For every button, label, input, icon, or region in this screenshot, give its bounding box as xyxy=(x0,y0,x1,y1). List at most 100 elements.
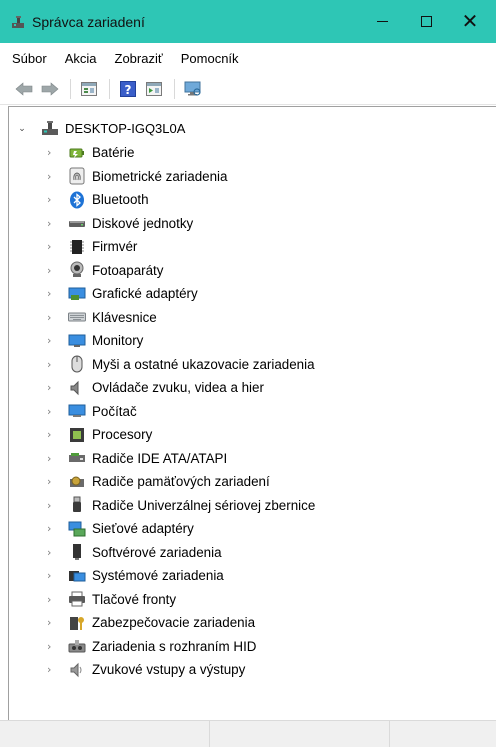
menu-help[interactable]: Pomocník xyxy=(172,51,248,66)
battery-icon xyxy=(68,144,86,162)
chevron-right-icon[interactable]: › xyxy=(47,381,57,394)
tree-item[interactable]: › Radiče Univerzálnej sériovej zbernice xyxy=(47,494,315,518)
back-arrow-icon xyxy=(15,81,33,96)
mouse-icon xyxy=(68,355,86,373)
toolbar-separator xyxy=(70,78,71,99)
chevron-right-icon[interactable]: › xyxy=(47,170,57,183)
tree-item[interactable]: › Bluetooth xyxy=(47,188,315,212)
tree-item[interactable]: › Sieťové adaptéry xyxy=(47,517,315,541)
tree-item[interactable]: › Zvukové vstupy a výstupy xyxy=(47,658,315,682)
tree-item[interactable]: › Procesory xyxy=(47,423,315,447)
chevron-right-icon[interactable]: › xyxy=(47,452,57,465)
menu-view[interactable]: Zobraziť xyxy=(106,51,172,66)
tree-item[interactable]: › Fotoaparáty xyxy=(47,259,315,283)
title-bar[interactable]: Správca zariadení ✕ xyxy=(0,0,496,43)
tree-item[interactable]: › Softvérové zariadenia xyxy=(47,541,315,565)
chevron-right-icon[interactable]: › xyxy=(47,499,57,512)
forward-arrow-icon xyxy=(41,81,59,96)
chevron-right-icon[interactable]: › xyxy=(47,522,57,535)
chevron-right-icon[interactable]: › xyxy=(47,240,57,253)
status-cell xyxy=(0,721,210,747)
chevron-right-icon[interactable]: › xyxy=(47,428,57,441)
hid-icon xyxy=(68,637,86,655)
chevron-right-icon[interactable]: › xyxy=(47,334,57,347)
tree-item[interactable]: › Radiče IDE ATA/ATAPI xyxy=(47,447,315,471)
chevron-right-icon[interactable]: › xyxy=(47,593,57,606)
tree-item[interactable]: › Tlačové fronty xyxy=(47,588,315,612)
view-button[interactable] xyxy=(144,79,164,99)
tree-item-label: Biometrické zariadenia xyxy=(92,168,228,184)
tree-item-label: Počítač xyxy=(92,403,137,419)
forward-button[interactable] xyxy=(40,79,60,99)
tree-item-label: Bluetooth xyxy=(92,192,149,208)
tree-item-label: Diskové jednotky xyxy=(92,215,194,231)
chevron-down-icon[interactable]: ⌄ xyxy=(17,123,27,133)
tree-item[interactable]: › Počítač xyxy=(47,400,315,424)
window-title: Správca zariadení xyxy=(32,13,145,30)
back-button[interactable] xyxy=(14,79,34,99)
chevron-right-icon[interactable]: › xyxy=(47,475,57,488)
chevron-right-icon[interactable]: › xyxy=(47,217,57,230)
menu-action[interactable]: Akcia xyxy=(56,51,106,66)
chevron-right-icon[interactable]: › xyxy=(47,616,57,629)
tree-item[interactable]: › Ovládače zvuku, videa a hier xyxy=(47,376,315,400)
status-bar xyxy=(0,720,496,747)
tree-item[interactable]: › Firmvér xyxy=(47,235,315,259)
network-adapter-icon xyxy=(68,520,86,538)
help-button[interactable]: ? xyxy=(118,79,138,99)
system-device-icon xyxy=(68,567,86,585)
tree-item[interactable]: › Grafické adaptéry xyxy=(47,282,315,306)
minimize-button[interactable] xyxy=(360,0,404,43)
tree-item[interactable]: › Myši a ostatné ukazovacie zariadenia xyxy=(47,353,315,377)
help-icon: ? xyxy=(120,80,136,97)
tree-item-label: Batérie xyxy=(92,145,135,161)
close-button[interactable]: ✕ xyxy=(448,0,492,43)
tree-item-label: Sieťové adaptéry xyxy=(92,521,194,537)
tree-item[interactable]: › Diskové jednotky xyxy=(47,212,315,236)
camera-icon xyxy=(68,261,86,279)
printer-icon xyxy=(68,590,86,608)
scan-hardware-button[interactable] xyxy=(183,79,203,99)
menu-file[interactable]: Súbor xyxy=(9,51,56,66)
view-icon xyxy=(146,81,162,96)
keyboard-icon xyxy=(68,308,86,326)
tree-item[interactable]: › Zabezpečovacie zariadenia xyxy=(47,611,315,635)
chevron-right-icon[interactable]: › xyxy=(47,663,57,676)
tree-item-label: Ovládače zvuku, videa a hier xyxy=(92,380,264,396)
tree-item[interactable]: › Biometrické zariadenia xyxy=(47,165,315,189)
chevron-right-icon[interactable]: › xyxy=(47,287,57,300)
chevron-right-icon[interactable]: › xyxy=(47,640,57,653)
tree-item[interactable]: › Radiče pamäťových zariadení xyxy=(47,470,315,494)
computer-icon xyxy=(68,402,86,420)
chevron-right-icon[interactable]: › xyxy=(47,405,57,418)
chevron-right-icon[interactable]: › xyxy=(47,311,57,324)
chevron-right-icon[interactable]: › xyxy=(47,193,57,206)
fingerprint-icon xyxy=(68,167,86,185)
chevron-right-icon[interactable]: › xyxy=(47,146,57,159)
properties-button[interactable] xyxy=(79,79,99,99)
close-icon: ✕ xyxy=(461,11,479,33)
ide-controller-icon xyxy=(68,449,86,467)
disk-drive-icon xyxy=(68,214,86,232)
chevron-right-icon[interactable]: › xyxy=(47,546,57,559)
computer-root-icon xyxy=(41,119,59,137)
minimize-icon xyxy=(376,21,388,22)
device-manager-icon xyxy=(11,15,25,29)
tree-item-label: Zabezpečovacie zariadenia xyxy=(92,615,256,631)
tree-item-label: Monitory xyxy=(92,333,144,349)
chevron-right-icon[interactable]: › xyxy=(47,358,57,371)
status-cell xyxy=(210,721,390,747)
chevron-right-icon[interactable]: › xyxy=(47,569,57,582)
tree-item[interactable]: › Systémové zariadenia xyxy=(47,564,315,588)
maximize-button[interactable] xyxy=(404,0,448,43)
tree-item[interactable]: › Zariadenia s rozhraním HID xyxy=(47,635,315,659)
chevron-right-icon[interactable]: › xyxy=(47,264,57,277)
computer-name: DESKTOP-IGQ3L0A xyxy=(65,120,186,136)
tree-item[interactable]: › Monitory xyxy=(47,329,315,353)
device-tree[interactable]: ⌄ DESKTOP-IGQ3L0A › Batérie › Biometrické z… xyxy=(8,106,496,720)
storage-controller-icon xyxy=(68,473,86,491)
tree-item[interactable]: › Klávesnice xyxy=(47,306,315,330)
tree-root[interactable]: ⌄ DESKTOP-IGQ3L0A xyxy=(17,117,185,139)
tree-item-label: Tlačové fronty xyxy=(92,591,177,607)
tree-item[interactable]: › Batérie xyxy=(47,141,315,165)
